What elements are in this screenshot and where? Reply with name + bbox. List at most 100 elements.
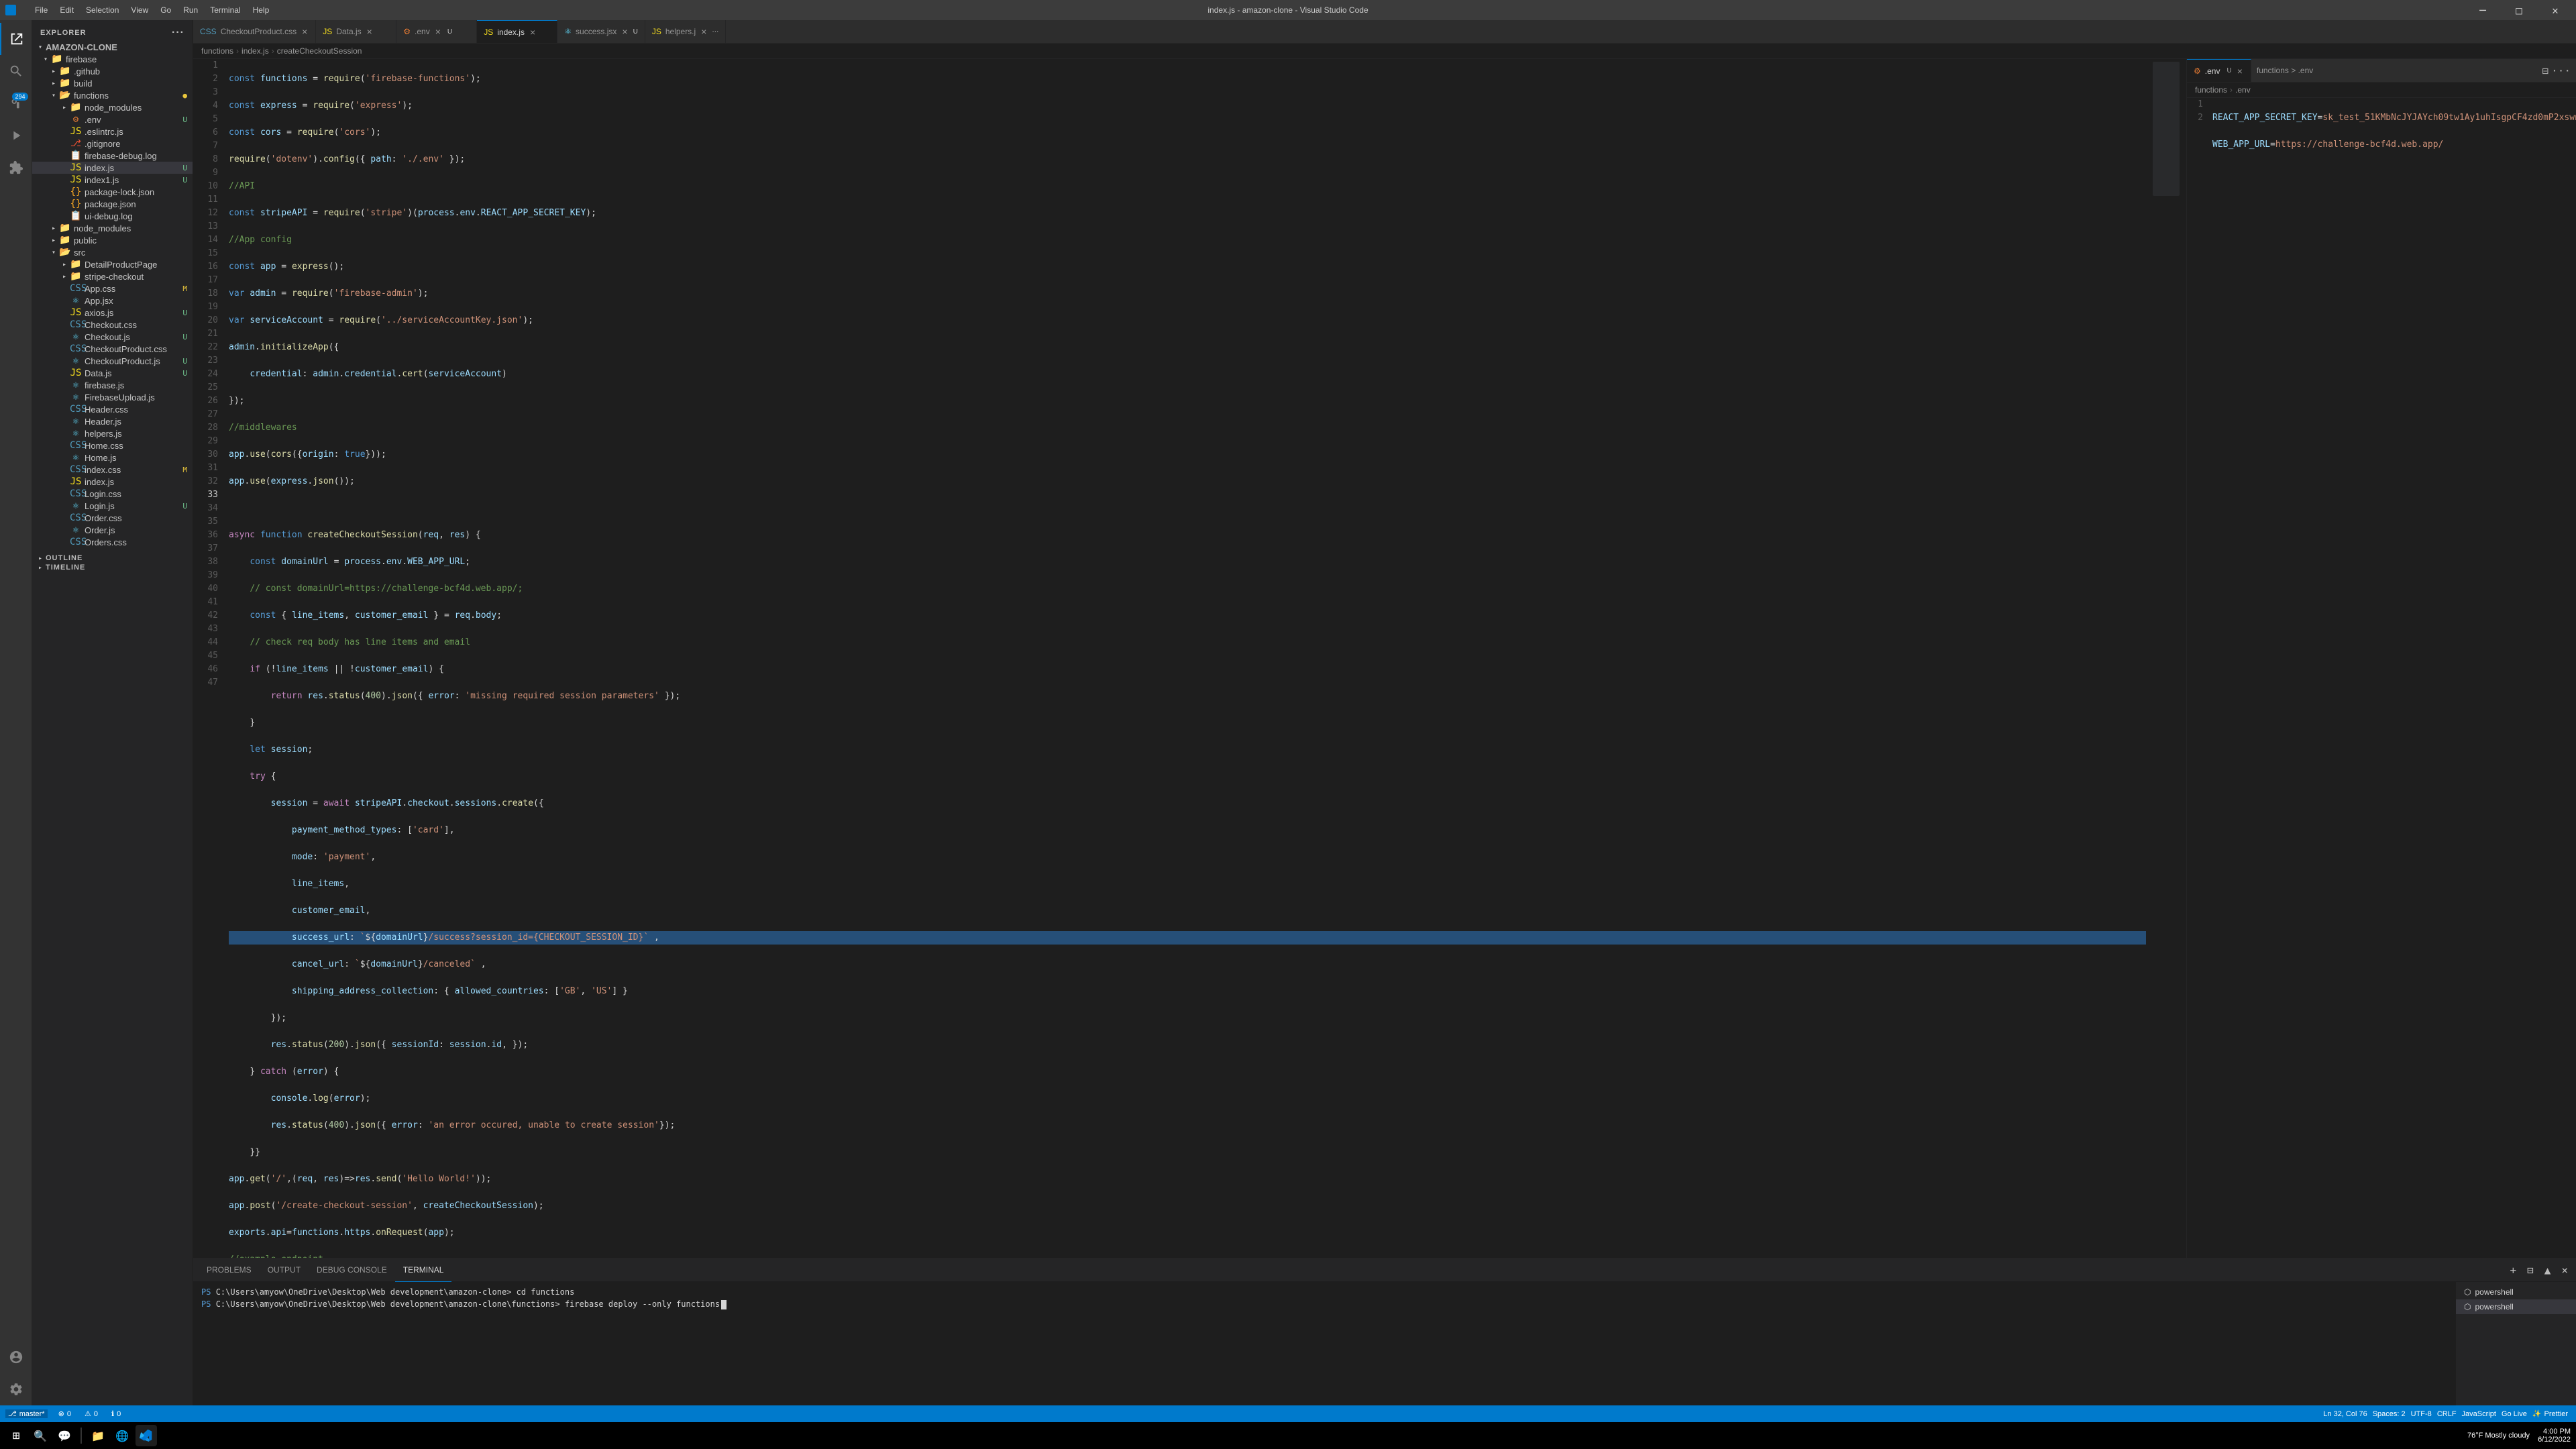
timeline-section[interactable]: ▸ TIMELINE [32, 563, 193, 572]
activity-accounts[interactable] [0, 1341, 32, 1373]
tree-item-functions[interactable]: ▾ 📂 functions ● [32, 89, 193, 101]
split-editor-icon[interactable]: ⊟ [2542, 64, 2548, 77]
taskbar-vscode[interactable] [136, 1425, 157, 1446]
tab-index-js[interactable]: JS index.js × [477, 20, 557, 43]
env-content[interactable]: REACT_APP_SECRET_KEY=sk_test_51KMbNcJYJA… [2207, 98, 2576, 1258]
tree-item-firebase-debug[interactable]: 📋 firebase-debug.log [32, 150, 193, 162]
activity-source-control[interactable]: 294 [0, 87, 32, 119]
tree-item-order-js[interactable]: ⚛ Order.js [32, 524, 193, 536]
tree-item-order-css[interactable]: CSS Order.css [32, 512, 193, 524]
panel-maximize-button[interactable]: ▲ [2542, 1263, 2554, 1278]
tab-close-success[interactable]: × [621, 26, 629, 37]
breadcrumb-index-js[interactable]: index.js [241, 46, 269, 56]
tree-item-index-js[interactable]: JS index.js U [32, 162, 193, 174]
tree-item-eslintrc[interactable]: JS .eslintrc.js [32, 125, 193, 138]
activity-explorer[interactable] [0, 23, 32, 55]
errors-status[interactable]: ⊗ 0 [56, 1409, 74, 1418]
menu-run[interactable]: Run [178, 4, 203, 16]
tree-item-helpers-js[interactable]: ⚛ helpers.js [32, 427, 193, 439]
tree-root[interactable]: ▾ AMAZON-CLONE [32, 42, 193, 53]
env-tab-group-indicator[interactable]: functions > .env [2251, 59, 2318, 82]
menu-go[interactable]: Go [155, 4, 176, 16]
terminal-content[interactable]: PS C:\Users\amyow\OneDrive\Desktop\Web d… [193, 1282, 2455, 1405]
tree-item-index1-js[interactable]: JS index1.js U [32, 174, 193, 186]
tree-item-pkg-lock[interactable]: {} package-lock.json [32, 186, 193, 198]
tree-item-app-jsx[interactable]: ⚛ App.jsx [32, 294, 193, 307]
info-status[interactable]: ℹ 0 [109, 1409, 123, 1418]
live-server-status[interactable]: Go Live [2499, 1409, 2530, 1418]
menu-help[interactable]: Help [248, 4, 275, 16]
tab-close-env[interactable]: × [434, 26, 442, 37]
terminal-powershell-1[interactable]: ⬡ powershell [2456, 1285, 2576, 1299]
taskbar-edge[interactable]: 🌐 [111, 1425, 133, 1446]
tree-item-data-js[interactable]: JS Data.js U [32, 367, 193, 379]
tree-item-firebase-upload[interactable]: ⚛ FirebaseUpload.js [32, 391, 193, 403]
tree-item-header-css[interactable]: CSS Header.css [32, 403, 193, 415]
tree-item-node-modules[interactable]: ▸ 📁 node_modules [32, 222, 193, 234]
panel-close-button[interactable]: × [2559, 1263, 2571, 1278]
tree-item-src-index-js[interactable]: JS index.js [32, 476, 193, 488]
minimize-button[interactable]: ─ [2467, 0, 2498, 20]
git-branch-status[interactable]: ⎇ master* [5, 1409, 48, 1418]
tab-success-jsx[interactable]: ⚛ success.jsx × U [557, 20, 645, 43]
code-content[interactable]: const functions = require('firebase-func… [223, 59, 2146, 1258]
panel-add-button[interactable]: + [2507, 1263, 2519, 1278]
menu-view[interactable]: View [125, 4, 154, 16]
activity-settings[interactable] [0, 1373, 32, 1405]
panel-tab-debug[interactable]: DEBUG CONSOLE [309, 1258, 395, 1282]
terminal-powershell-2[interactable]: ⬡ powershell [2456, 1299, 2576, 1314]
search-taskbar-button[interactable]: 🔍 [30, 1425, 51, 1446]
tree-item-home-js[interactable]: ⚛ Home.js [32, 451, 193, 464]
encoding-status[interactable]: UTF-8 [2408, 1409, 2434, 1418]
activity-run[interactable] [0, 119, 32, 152]
activity-search[interactable] [0, 55, 32, 87]
outline-section[interactable]: ▸ OUTLINE [32, 553, 193, 563]
line-endings-status[interactable]: CRLF [2434, 1409, 2459, 1418]
taskbar-file-explorer[interactable]: 📁 [87, 1425, 109, 1446]
env-editor[interactable]: 1 2 REACT_APP_SECRET_KEY=sk_test_51KMbNc… [2187, 98, 2576, 1258]
tree-item-axios[interactable]: JS axios.js U [32, 307, 193, 319]
maximize-button[interactable]: □ [2504, 0, 2534, 20]
tree-item-src[interactable]: ▾ 📂 src [32, 246, 193, 258]
taskview-button[interactable]: 💬 [54, 1425, 75, 1446]
tree-item-login-css[interactable]: CSS Login.css [32, 488, 193, 500]
sidebar-menu-button[interactable]: ··· [172, 27, 184, 39]
breadcrumb-functions[interactable]: functions [201, 46, 233, 56]
tree-item-checkoutproduct-css[interactable]: CSS CheckoutProduct.css [32, 343, 193, 355]
tree-item-ui-debug[interactable]: 📋 ui-debug.log [32, 210, 193, 222]
panel-tab-problems[interactable]: PROBLEMS [199, 1258, 260, 1282]
tree-item-checkoutproduct-js[interactable]: ⚛ CheckoutProduct.js U [32, 355, 193, 367]
prettier-status[interactable]: ✨ Prettier [2530, 1409, 2571, 1418]
tree-item-checkout-css[interactable]: CSS Checkout.css [32, 319, 193, 331]
code-editor[interactable]: 1234 5678 9101112 13141516 17181920 2122… [193, 59, 2186, 1258]
close-button[interactable]: ✕ [2540, 0, 2571, 20]
menu-selection[interactable]: Selection [80, 4, 124, 16]
env-tab-env[interactable]: ⚙ .env U × [2187, 59, 2251, 82]
tree-item-build[interactable]: ▸ 📁 build [32, 77, 193, 89]
tab-close-helpers[interactable]: × [700, 26, 708, 37]
breadcrumb-function-name[interactable]: createCheckoutSession [277, 46, 362, 56]
indentation-status[interactable]: Spaces: 2 [2370, 1409, 2408, 1418]
tab-close-checkoutproduct-css[interactable]: × [301, 26, 309, 37]
tab-helpers-js[interactable]: JS helpers.j × ⋯ [645, 20, 727, 43]
activity-extensions[interactable] [0, 152, 32, 184]
tree-item-index-css[interactable]: CSS index.css M [32, 464, 193, 476]
panel-tab-terminal[interactable]: TERMINAL [395, 1258, 452, 1282]
tree-item-firebase-js[interactable]: ⚛ firebase.js [32, 379, 193, 391]
menu-terminal[interactable]: Terminal [205, 4, 246, 16]
tab-checkoutproduct-css[interactable]: CSS CheckoutProduct.css × [193, 20, 316, 43]
tree-item-header-js[interactable]: ⚛ Header.js [32, 415, 193, 427]
tree-item-home-css[interactable]: CSS Home.css [32, 439, 193, 451]
tree-item-login-js[interactable]: ⚛ Login.js U [32, 500, 193, 512]
tree-item-orders-css[interactable]: CSS Orders.css [32, 536, 193, 548]
warnings-status[interactable]: ⚠ 0 [82, 1409, 101, 1418]
tree-item-gitignore[interactable]: ⎇ .gitignore [32, 138, 193, 150]
env-tab-close[interactable]: × [2236, 66, 2244, 76]
tree-item-github[interactable]: ▸ 📁 .github [32, 65, 193, 77]
tree-item-public[interactable]: ▸ 📁 public [32, 234, 193, 246]
tree-item-env[interactable]: ⚙ .env U [32, 113, 193, 125]
tree-item-detail-product[interactable]: ▸ 📁 DetailProductPage [32, 258, 193, 270]
tab-close-index-js[interactable]: × [529, 27, 537, 38]
language-status[interactable]: JavaScript [2459, 1409, 2499, 1418]
tree-item-stripe[interactable]: ▸ 📁 stripe-checkout [32, 270, 193, 282]
